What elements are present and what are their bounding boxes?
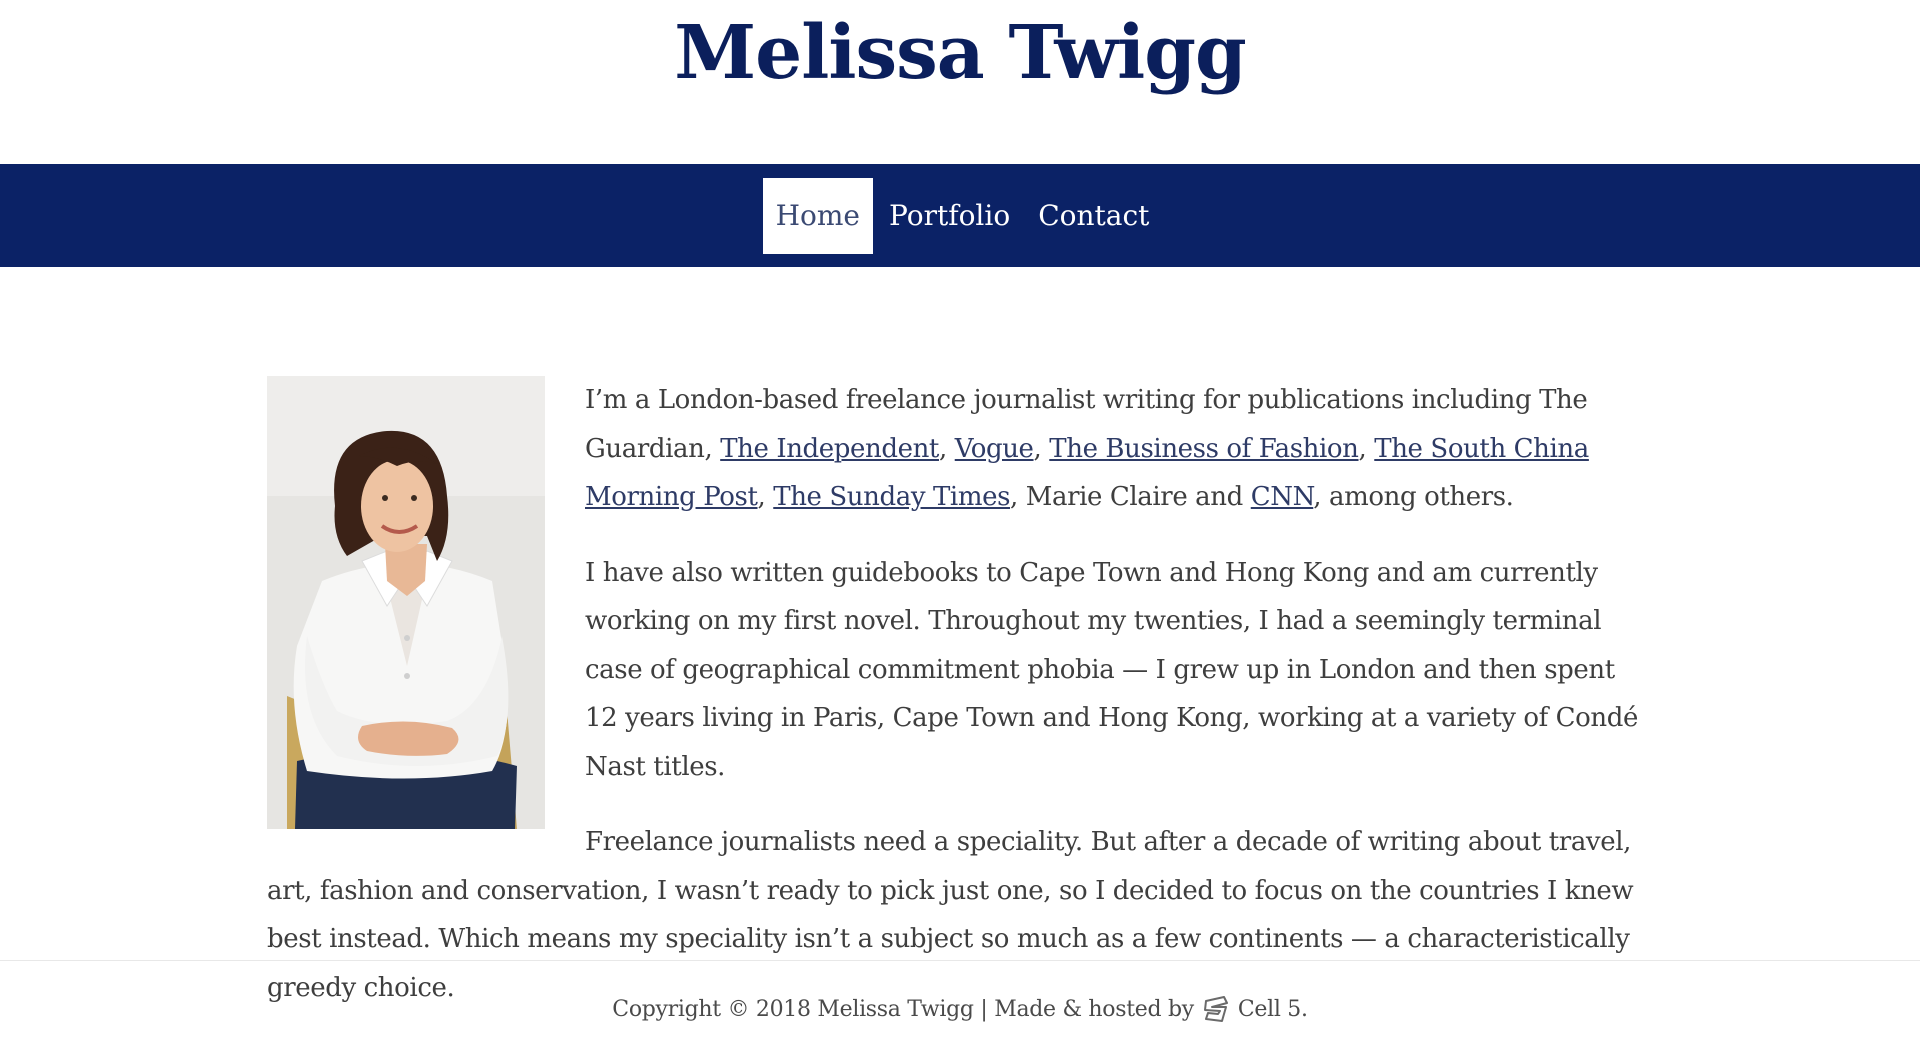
nav-item-home[interactable]: Home xyxy=(762,177,873,254)
link-vogue[interactable]: Vogue xyxy=(955,434,1034,464)
copyright-text: Copyright © 2018 Melissa Twigg | Made & … xyxy=(612,996,1194,1022)
intro-text-middle: , Marie Claire and xyxy=(1010,482,1251,512)
intro-separator: , xyxy=(1358,433,1375,464)
footer-text: Copyright © 2018 Melissa Twigg | Made & … xyxy=(612,993,1308,1025)
cell5-logo-icon[interactable] xyxy=(1200,993,1232,1025)
link-cnn[interactable]: CNN xyxy=(1251,482,1314,512)
site-footer: Copyright © 2018 Melissa Twigg | Made & … xyxy=(0,960,1920,1061)
site-header: Melissa Twigg xyxy=(0,0,1920,164)
site-title[interactable]: Melissa Twigg xyxy=(674,8,1246,98)
nav-list: Home Portfolio Contact xyxy=(762,177,1162,254)
link-business-of-fashion[interactable]: The Business of Fashion xyxy=(1049,434,1359,464)
portrait-photo xyxy=(267,376,545,829)
intro-text-end: , among others. xyxy=(1313,482,1514,512)
nav-item-contact[interactable]: Contact xyxy=(1026,178,1161,254)
cell5-link[interactable]: Cell 5. xyxy=(1238,997,1308,1022)
intro-separator: , xyxy=(1033,433,1050,464)
link-sunday-times[interactable]: The Sunday Times xyxy=(773,482,1010,512)
main-content: I’m a London-based freelance journalist … xyxy=(267,376,1651,1039)
nav-item-portfolio[interactable]: Portfolio xyxy=(877,178,1022,254)
intro-separator: , xyxy=(938,433,955,464)
link-the-independent[interactable]: The Independent xyxy=(720,434,939,464)
main-navigation: Home Portfolio Contact xyxy=(0,164,1920,267)
intro-separator: , xyxy=(757,482,774,512)
